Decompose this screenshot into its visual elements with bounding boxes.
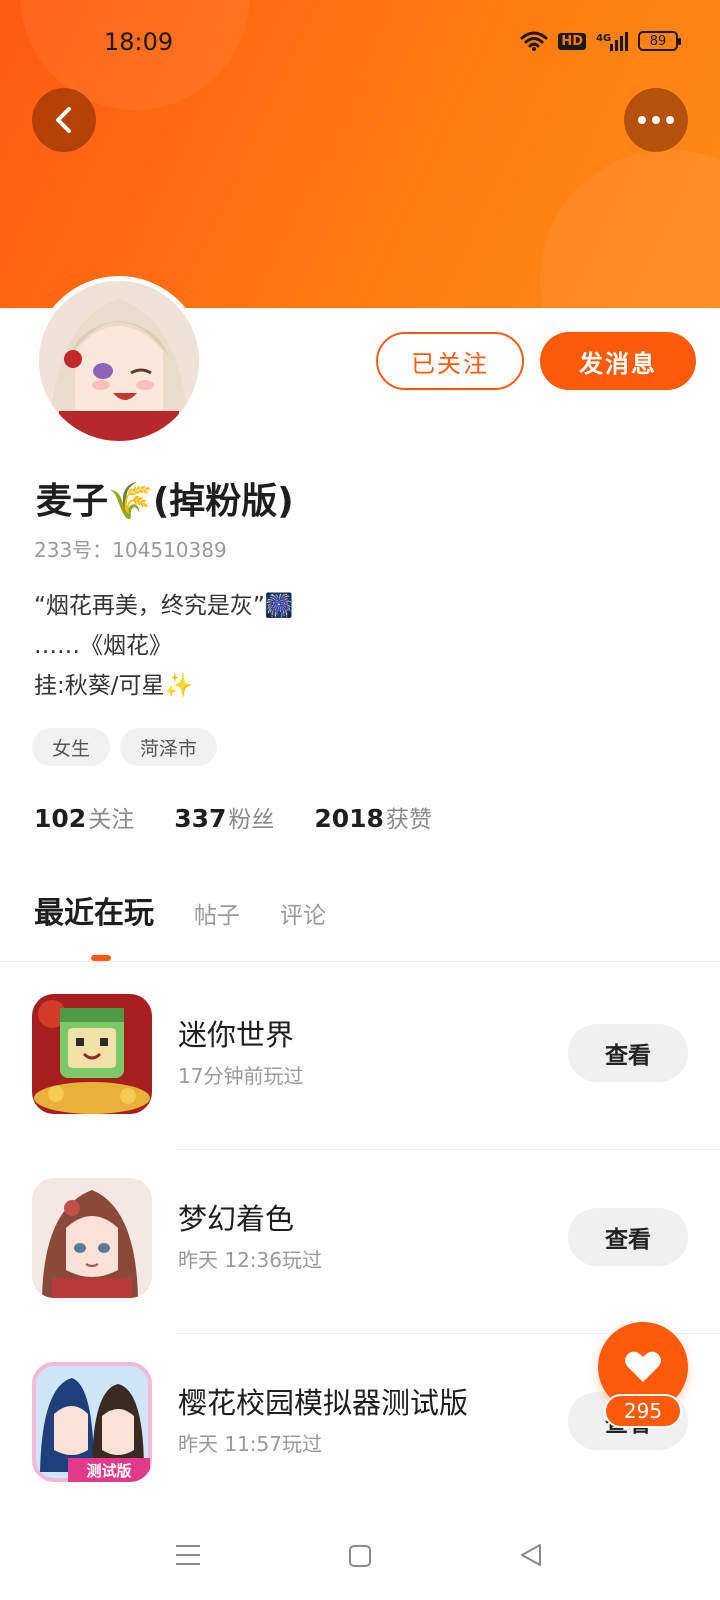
status-time: 18:09 <box>104 28 174 56</box>
chevron-left-icon <box>56 107 71 133</box>
avatar[interactable] <box>34 276 204 446</box>
username: 麦子🌾(掉粉版) <box>36 481 294 522</box>
bio-line: “烟花再美，终究是灰”🎆 <box>34 593 294 619</box>
game-last-played: 昨天 11:57玩过 <box>178 1432 322 1456</box>
user-id: 233号：104510389 <box>34 538 227 562</box>
bio-line: 挂:秋葵/可星✨ <box>34 673 194 699</box>
list-item[interactable]: 迷你世界 17分钟前玩过 查看 <box>0 966 720 1150</box>
heart-icon <box>625 1351 661 1382</box>
stat-number: 102 <box>34 804 87 833</box>
game-last-played: 昨天 12:36玩过 <box>178 1248 322 1272</box>
stat-label: 粉丝 <box>228 807 275 833</box>
status-icons: HD 4G 89 <box>520 30 681 52</box>
menu-icon[interactable] <box>175 1542 201 1568</box>
tag-location: 菏泽市 <box>120 728 218 766</box>
game-name: 迷你世界 <box>178 1018 295 1052</box>
battery-icon: 89 <box>638 31 681 51</box>
stat-label: 获赞 <box>385 807 432 833</box>
send-message-button[interactable]: 发消息 <box>540 332 696 390</box>
view-button[interactable]: 查看 <box>568 1024 688 1082</box>
system-nav-bar <box>0 1520 720 1600</box>
view-button[interactable]: 查看 <box>568 1208 688 1266</box>
game-icon-dream-coloring <box>32 1178 152 1298</box>
tab-recently-played[interactable]: 最近在玩 <box>34 888 154 932</box>
game-icon-sakura-school: 测试版 <box>32 1362 152 1482</box>
tab-posts[interactable]: 帖子 <box>194 896 240 930</box>
stat-number: 337 <box>174 804 227 833</box>
stat-followers[interactable]: 337粉丝 <box>174 800 274 834</box>
more-horizontal-icon <box>638 116 674 124</box>
like-count-badge: 295 <box>604 1394 682 1428</box>
followed-button[interactable]: 已关注 <box>376 332 524 390</box>
profile-tabs: 最近在玩 帖子 评论 <box>34 888 326 932</box>
tabs-divider <box>0 961 720 962</box>
wifi-icon <box>520 31 548 51</box>
square-home-icon[interactable] <box>348 1544 372 1568</box>
tag-gender: 女生 <box>32 728 111 766</box>
game-name: 樱花校园模拟器测试版 <box>178 1386 469 1420</box>
avatar-illustration <box>39 281 199 441</box>
bio: “烟花再美，终究是灰”🎆 ……《烟花》 挂:秋葵/可星✨ <box>34 586 293 706</box>
profile-tags: 女生 菏泽市 <box>32 728 218 766</box>
game-icon-caption: 测试版 <box>86 1462 131 1480</box>
banner-decoration <box>540 150 720 308</box>
back-button[interactable] <box>32 88 96 152</box>
stat-number: 2018 <box>314 804 384 833</box>
signal-icon: 4G <box>596 32 628 51</box>
triangle-back-icon[interactable] <box>518 1542 544 1568</box>
stat-label: 关注 <box>88 807 135 833</box>
game-last-played: 17分钟前玩过 <box>178 1064 304 1088</box>
more-button[interactable] <box>624 88 688 152</box>
battery-level: 89 <box>649 33 667 49</box>
stat-following[interactable]: 102关注 <box>34 800 134 834</box>
stat-likes[interactable]: 2018获赞 <box>314 800 432 834</box>
status-bar: 18:09 HD 4G 89 <box>0 0 720 86</box>
list-item[interactable]: 梦幻着色 昨天 12:36玩过 查看 <box>0 1150 720 1334</box>
tab-comments[interactable]: 评论 <box>280 896 326 930</box>
bio-line: ……《烟花》 <box>34 633 172 659</box>
profile-stats: 102关注 337粉丝 2018获赞 <box>34 800 432 834</box>
game-name: 梦幻着色 <box>178 1202 295 1236</box>
game-icon-mini-world <box>32 994 152 1114</box>
network-type: 4G <box>596 33 611 44</box>
hd-badge: HD <box>558 32 586 50</box>
